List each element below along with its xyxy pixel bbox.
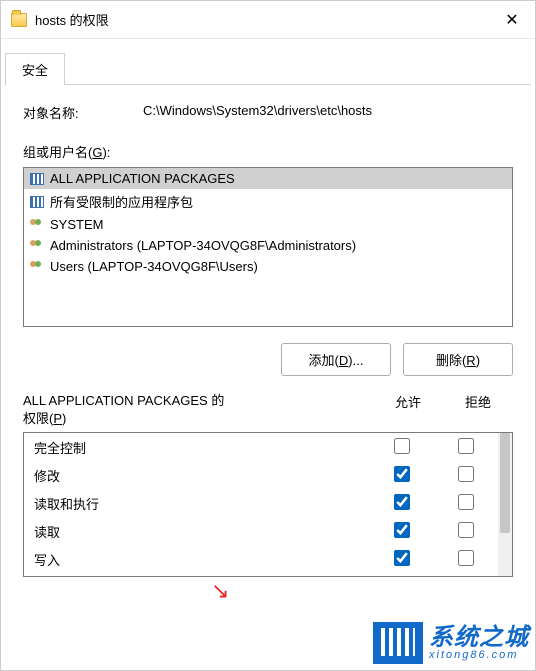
list-item-label: SYSTEM [50,217,103,232]
watermark: 系统之城 xitong86.com [373,622,529,664]
watermark-en: xitong86.com [429,650,529,661]
scrollbar-thumb[interactable] [500,433,510,533]
permission-name: 写入 [34,550,370,569]
col-deny-header: 拒绝 [443,392,513,428]
permissions-table: 完全控制修改读取和执行读取写入 [23,432,513,577]
permission-name: 修改 [34,466,370,485]
groups-listbox[interactable]: ALL APPLICATION PACKAGES 所有受限制的应用程序包 SYSTE… [23,167,513,327]
groups-label: 组或用户名(G): [23,142,513,161]
allow-checkbox[interactable] [394,438,410,454]
watermark-cn: 系统之城 [429,626,529,650]
titlebar: hosts 的权限 ✕ [1,1,535,39]
tabs: 安全 [5,53,531,85]
package-icon [30,173,44,185]
window-title: hosts 的权限 [35,10,109,29]
allow-checkbox[interactable] [394,522,410,538]
remove-button[interactable]: 删除(R) [403,343,513,376]
permissions-header: ALL APPLICATION PACKAGES 的 权限(P) 允许 拒绝 [23,392,513,428]
col-allow-header: 允许 [373,392,443,428]
permission-name: 读取和执行 [34,494,370,513]
deny-checkbox[interactable] [458,494,474,510]
list-item-label: 所有受限制的应用程序包 [50,192,193,211]
permission-row: 完全控制 [24,433,498,461]
deny-checkbox[interactable] [458,438,474,454]
permission-row: 写入 [24,545,498,573]
list-item-label: Administrators (LAPTOP-34OVQG8F\Administ… [50,238,356,253]
watermark-logo-icon [373,622,423,664]
permissions-label: ALL APPLICATION PACKAGES 的 权限(P) [23,392,373,428]
permission-row: 读取和执行 [24,489,498,517]
object-path: C:\Windows\System32\drivers\etc\hosts [143,103,513,122]
deny-checkbox[interactable] [458,550,474,566]
list-item[interactable]: ALL APPLICATION PACKAGES [24,168,512,189]
users-icon [30,219,44,231]
folder-icon [11,13,27,27]
permission-row: 修改 [24,461,498,489]
object-label: 对象名称: [23,103,143,122]
list-item[interactable]: 所有受限制的应用程序包 [24,189,512,214]
scrollbar[interactable] [498,433,512,576]
list-item-label: Users (LAPTOP-34OVQG8F\Users) [50,259,258,274]
group-buttons: 添加(D)... 删除(R) [23,343,513,376]
allow-checkbox[interactable] [394,466,410,482]
add-button[interactable]: 添加(D)... [281,343,391,376]
deny-checkbox[interactable] [458,522,474,538]
package-icon [30,196,44,208]
list-item[interactable]: SYSTEM [24,214,512,235]
object-row: 对象名称: C:\Windows\System32\drivers\etc\ho… [23,103,513,122]
security-panel: 对象名称: C:\Windows\System32\drivers\etc\ho… [1,85,535,595]
list-item[interactable]: Administrators (LAPTOP-34OVQG8F\Administ… [24,235,512,256]
permission-name: 读取 [34,522,370,541]
allow-checkbox[interactable] [394,550,410,566]
tab-security[interactable]: 安全 [5,53,65,85]
close-button[interactable]: ✕ [489,1,535,38]
users-icon [30,240,44,252]
permission-name: 完全控制 [34,438,370,457]
users-icon [30,261,44,273]
permission-row: 读取 [24,517,498,545]
allow-checkbox[interactable] [394,494,410,510]
list-item[interactable]: Users (LAPTOP-34OVQG8F\Users) [24,256,512,277]
dialog-content: 安全 对象名称: C:\Windows\System32\drivers\etc… [1,39,535,595]
list-item-label: ALL APPLICATION PACKAGES [50,171,235,186]
deny-checkbox[interactable] [458,466,474,482]
